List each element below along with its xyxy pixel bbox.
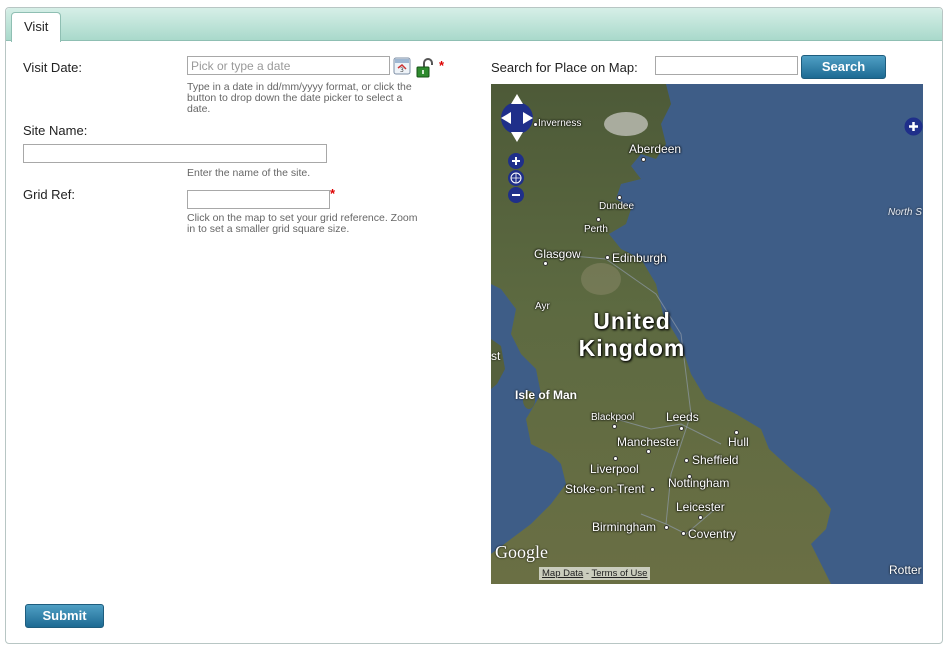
city-label: Ayr bbox=[535, 301, 550, 312]
city-label: Aberdeen bbox=[629, 142, 682, 156]
grid-ref-input[interactable] bbox=[187, 190, 330, 209]
terms-of-use-link[interactable]: Terms of Use bbox=[591, 568, 647, 579]
city-label: Perth bbox=[584, 224, 608, 235]
visit-date-help: Type in a date in dd/mm/yyyy format, or … bbox=[187, 81, 412, 115]
site-name-input[interactable] bbox=[23, 144, 327, 163]
grid-ref-label: Grid Ref: bbox=[23, 187, 76, 202]
calendar-icon[interactable]: 3 bbox=[393, 56, 411, 80]
city-dot bbox=[533, 122, 538, 127]
city-label: Birmingham bbox=[592, 520, 657, 534]
tab-visit[interactable]: Visit bbox=[11, 12, 62, 42]
city-label: Edinburgh bbox=[612, 251, 667, 265]
svg-text:3: 3 bbox=[400, 67, 404, 74]
visit-date-label: Visit Date: bbox=[23, 60, 83, 75]
city-dot bbox=[612, 424, 617, 429]
city-label: Liverpool bbox=[590, 462, 639, 476]
edge-label: Rotter bbox=[889, 563, 922, 577]
edge-label: st bbox=[491, 349, 501, 363]
city-label: Coventry bbox=[688, 527, 737, 541]
google-logo: Google bbox=[495, 542, 548, 562]
city-dot bbox=[679, 426, 684, 431]
map-data-link[interactable]: Map Data bbox=[542, 568, 583, 579]
search-button[interactable]: Search bbox=[801, 55, 886, 79]
city-dot bbox=[698, 515, 703, 520]
submit-button[interactable]: Submit bbox=[25, 604, 104, 628]
grid-ref-help: Click on the map to set your grid refere… bbox=[187, 212, 418, 235]
city-label: Nottingham bbox=[668, 476, 730, 490]
required-marker: * bbox=[330, 186, 336, 201]
city-dot bbox=[684, 458, 689, 463]
sea-label: North S bbox=[888, 207, 922, 218]
map-view[interactable]: Inverness Aberdeen Dundee Perth Glasgow … bbox=[491, 84, 923, 584]
map-attribution: Map Data - Terms of Use bbox=[539, 567, 651, 580]
site-name-help: Enter the name of the site. bbox=[187, 167, 311, 179]
city-label: Sheffield bbox=[692, 453, 739, 467]
search-place-input[interactable] bbox=[655, 56, 798, 75]
island-label: Isle of Man bbox=[515, 388, 578, 402]
city-label: Glasgow bbox=[534, 247, 581, 261]
city-dot bbox=[543, 261, 548, 266]
city-dot bbox=[687, 474, 692, 479]
city-label: Inverness bbox=[538, 118, 582, 129]
city-label: Leicester bbox=[676, 500, 725, 514]
city-dot bbox=[734, 430, 739, 435]
city-dot bbox=[605, 255, 610, 260]
city-label: Blackpool bbox=[591, 412, 635, 423]
city-dot bbox=[641, 157, 646, 162]
required-marker: * bbox=[439, 58, 445, 73]
city-dot bbox=[664, 525, 669, 530]
city-dot bbox=[650, 487, 655, 492]
city-label: Stoke-on-Trent bbox=[565, 482, 645, 496]
country-label: United Kingdom bbox=[578, 308, 686, 361]
search-place-label: Search for Place on Map: bbox=[491, 60, 638, 75]
city-label: Leeds bbox=[666, 410, 699, 424]
city-dot bbox=[646, 449, 651, 454]
city-dot bbox=[613, 456, 618, 461]
city-dot bbox=[681, 531, 686, 536]
unlock-icon[interactable] bbox=[415, 58, 435, 83]
city-label: Manchester bbox=[617, 435, 680, 449]
site-name-label: Site Name: bbox=[23, 123, 88, 138]
city-label: Hull bbox=[728, 435, 749, 449]
city-label: Dundee bbox=[599, 201, 635, 212]
city-dot bbox=[596, 217, 601, 222]
city-dot bbox=[617, 195, 622, 200]
tab-bar: Visit bbox=[6, 8, 942, 42]
visit-date-input[interactable] bbox=[187, 56, 390, 75]
